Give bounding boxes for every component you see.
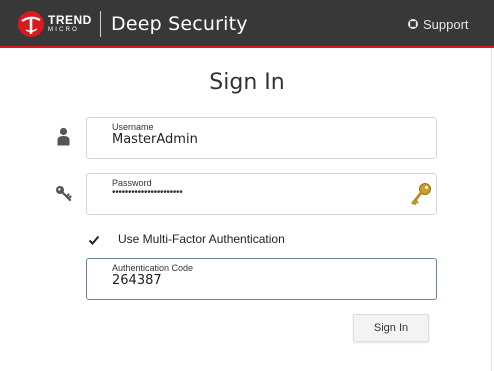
golden-key-icon[interactable] [410, 182, 432, 206]
sign-in-button[interactable]: Sign In [353, 314, 429, 342]
header-divider [100, 11, 101, 37]
auth-code-field[interactable]: Authentication Code 264387 [86, 258, 437, 300]
support-link[interactable]: Support [408, 16, 469, 32]
username-label: Username [112, 122, 154, 132]
brand-trend-text: TREND [48, 13, 92, 27]
brand-micro-text: MICRO [48, 27, 79, 33]
username-field[interactable]: Username MasterAdmin [86, 117, 437, 159]
mfa-checkbox[interactable] [88, 234, 100, 246]
page-title: Sign In [209, 70, 285, 95]
app-header: TREND MICRO Deep Security Support [0, 0, 494, 48]
user-icon [57, 127, 70, 146]
panel-border [491, 48, 492, 371]
auth-code-input[interactable]: 264387 [112, 273, 162, 288]
mfa-label[interactable]: Use Multi-Factor Authentication [118, 232, 285, 246]
key-icon [56, 186, 72, 202]
trend-micro-logo-icon [18, 11, 44, 37]
support-label: Support [423, 16, 469, 32]
auth-code-label: Authentication Code [112, 263, 194, 273]
mfa-option[interactable]: Use Multi-Factor Authentication [88, 232, 285, 248]
password-field[interactable]: Password •••••••••••••••••••••• [86, 173, 437, 215]
product-name: Deep Security [111, 13, 248, 35]
lifebuoy-icon [408, 19, 418, 29]
password-input[interactable]: •••••••••••••••••••••• [112, 187, 183, 198]
username-input[interactable]: MasterAdmin [112, 132, 198, 147]
